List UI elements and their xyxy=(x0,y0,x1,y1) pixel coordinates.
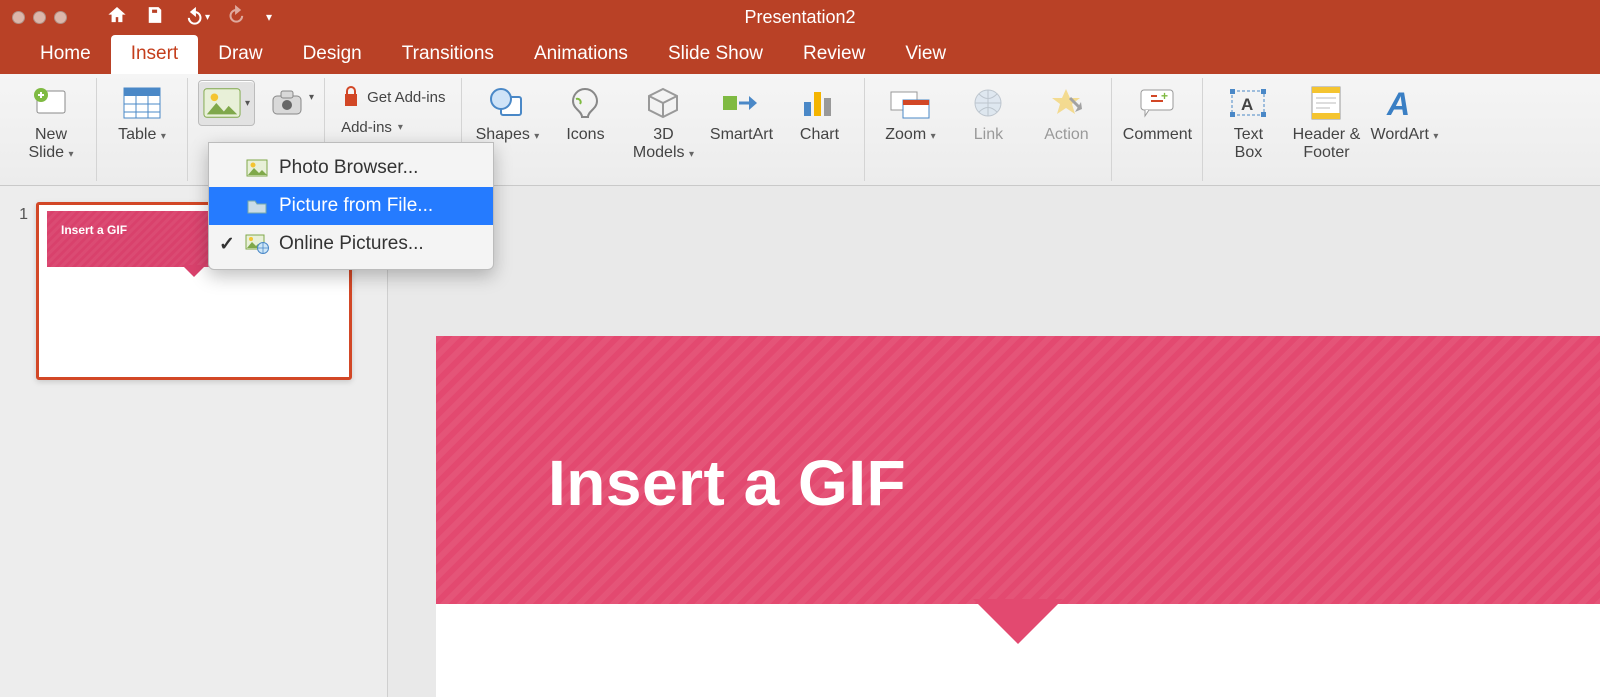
smartart-button[interactable]: SmartArt xyxy=(706,78,776,144)
table-label: Table xyxy=(118,126,156,143)
header-footer-label: Header & Footer xyxy=(1293,126,1361,163)
text-box-button[interactable]: A Text Box xyxy=(1213,78,1283,163)
icons-label: Icons xyxy=(566,126,604,144)
zoom-label: Zoom xyxy=(885,126,926,143)
group-slides: New Slide ▾ xyxy=(6,78,97,181)
window-controls xyxy=(12,11,67,24)
svg-text:A: A xyxy=(1386,86,1410,121)
3d-models-button[interactable]: 3D Models ▾ xyxy=(628,78,698,163)
group-text: A Text Box Header & Footer A WordArt ▾ xyxy=(1203,78,1449,181)
folder-icon xyxy=(245,196,269,216)
action-button: Action xyxy=(1031,78,1101,144)
shapes-button[interactable]: Shapes ▾ xyxy=(472,78,542,144)
wordart-button[interactable]: A WordArt ▾ xyxy=(1369,78,1439,144)
screenshot-button[interactable]: ▾ xyxy=(267,80,314,126)
thumbnail-title: Insert a GIF xyxy=(61,223,127,237)
menu-photo-browser-label: Photo Browser... xyxy=(279,157,418,179)
qat-customize-icon[interactable]: ▾ xyxy=(266,10,272,24)
tab-slide-show[interactable]: Slide Show xyxy=(648,35,783,74)
svg-text:A: A xyxy=(1241,95,1253,114)
comment-button[interactable]: + Comment xyxy=(1122,78,1192,144)
menu-online-pictures-label: Online Pictures... xyxy=(279,233,424,255)
my-addins-button[interactable]: Add-ins ▾ xyxy=(335,115,451,140)
tab-animations[interactable]: Animations xyxy=(514,35,648,74)
menu-picture-from-file-label: Picture from File... xyxy=(279,195,433,217)
group-illustrations: Shapes ▾ Icons 3D Models ▾ SmartArt Char… xyxy=(462,78,865,181)
link-button: Link xyxy=(953,78,1023,144)
quick-access-toolbar: ▾ ▾ xyxy=(107,5,272,30)
menu-photo-browser[interactable]: Photo Browser... xyxy=(209,149,493,187)
my-addins-label: Add-ins xyxy=(341,119,392,136)
shapes-label: Shapes xyxy=(476,126,530,143)
chart-label: Chart xyxy=(800,126,839,144)
action-label: Action xyxy=(1044,126,1088,144)
text-box-label: Text Box xyxy=(1234,126,1263,163)
smartart-label: SmartArt xyxy=(710,126,773,144)
slide-canvas[interactable]: Insert a GIF xyxy=(388,186,1600,697)
pictures-dropdown-menu: Photo Browser... Picture from File... ✓ … xyxy=(208,142,494,270)
tab-draw[interactable]: Draw xyxy=(198,35,282,74)
icons-button[interactable]: Icons xyxy=(550,78,620,144)
table-button[interactable]: Table ▾ xyxy=(107,78,177,144)
wordart-label: WordArt xyxy=(1371,126,1429,143)
document-title: Presentation2 xyxy=(744,7,855,28)
tab-home[interactable]: Home xyxy=(20,35,111,74)
new-slide-button[interactable]: New Slide ▾ xyxy=(16,78,86,163)
get-addins-button[interactable]: Get Add-ins xyxy=(335,82,451,112)
header-footer-button[interactable]: Header & Footer xyxy=(1291,78,1361,163)
fullscreen-window-icon[interactable] xyxy=(54,11,67,24)
slide-number: 1 xyxy=(12,202,28,380)
link-label: Link xyxy=(974,126,1003,144)
home-icon[interactable] xyxy=(107,5,127,30)
tab-review[interactable]: Review xyxy=(783,35,885,74)
group-comments: + Comment xyxy=(1112,78,1203,181)
pictures-button[interactable]: ▾ xyxy=(198,80,255,126)
slide-title[interactable]: Insert a GIF xyxy=(436,336,1600,520)
menu-picture-from-file[interactable]: Picture from File... xyxy=(209,187,493,225)
close-window-icon[interactable] xyxy=(12,11,25,24)
minimize-window-icon[interactable] xyxy=(33,11,46,24)
3d-models-label: 3D Models xyxy=(633,126,685,161)
undo-button[interactable]: ▾ xyxy=(183,7,210,27)
tab-insert[interactable]: Insert xyxy=(111,35,199,74)
svg-text:+: + xyxy=(1161,89,1168,103)
title-bar: ▾ ▾ Presentation2 xyxy=(0,0,1600,34)
photo-icon xyxy=(245,158,269,178)
menu-online-pictures[interactable]: ✓ Online Pictures... xyxy=(209,225,493,263)
get-addins-label: Get Add-ins xyxy=(367,89,445,106)
online-pictures-icon xyxy=(245,234,269,254)
tab-view[interactable]: View xyxy=(885,35,966,74)
comment-label: Comment xyxy=(1123,126,1192,144)
group-links: Zoom ▾ Link Action xyxy=(865,78,1112,181)
chart-button[interactable]: Chart xyxy=(784,78,854,144)
new-slide-label: New Slide xyxy=(28,126,67,161)
redo-icon[interactable] xyxy=(228,5,248,30)
group-tables: Table ▾ xyxy=(97,78,188,181)
zoom-button[interactable]: Zoom ▾ xyxy=(875,78,945,144)
save-icon[interactable] xyxy=(145,5,165,30)
tab-design[interactable]: Design xyxy=(283,35,382,74)
tab-transitions[interactable]: Transitions xyxy=(382,35,514,74)
ribbon-tabs: Home Insert Draw Design Transitions Anim… xyxy=(0,34,1600,74)
